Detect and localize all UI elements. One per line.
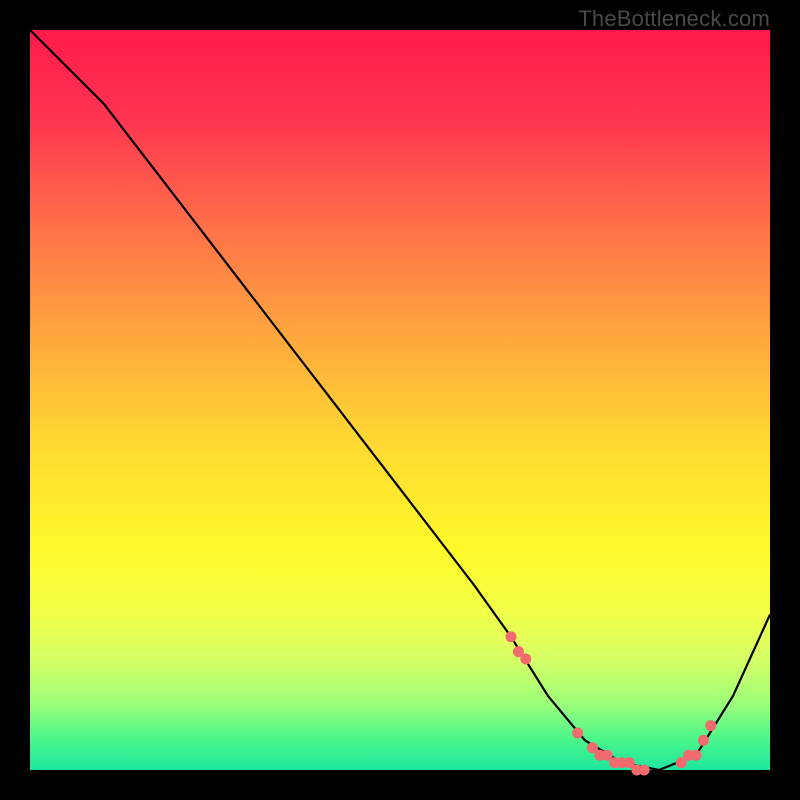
chart-frame: TheBottleneck.com (0, 0, 800, 800)
marker-dot (698, 735, 709, 746)
plot-area (30, 30, 770, 770)
bottleneck-curve (30, 30, 770, 770)
marker-dot (705, 720, 716, 731)
marker-group (506, 631, 717, 775)
marker-dot (572, 728, 583, 739)
marker-dot (506, 631, 517, 642)
curve-layer (30, 30, 770, 770)
marker-dot (520, 654, 531, 665)
watermark-text: TheBottleneck.com (578, 6, 770, 32)
marker-dot (639, 765, 650, 776)
marker-dot (691, 750, 702, 761)
